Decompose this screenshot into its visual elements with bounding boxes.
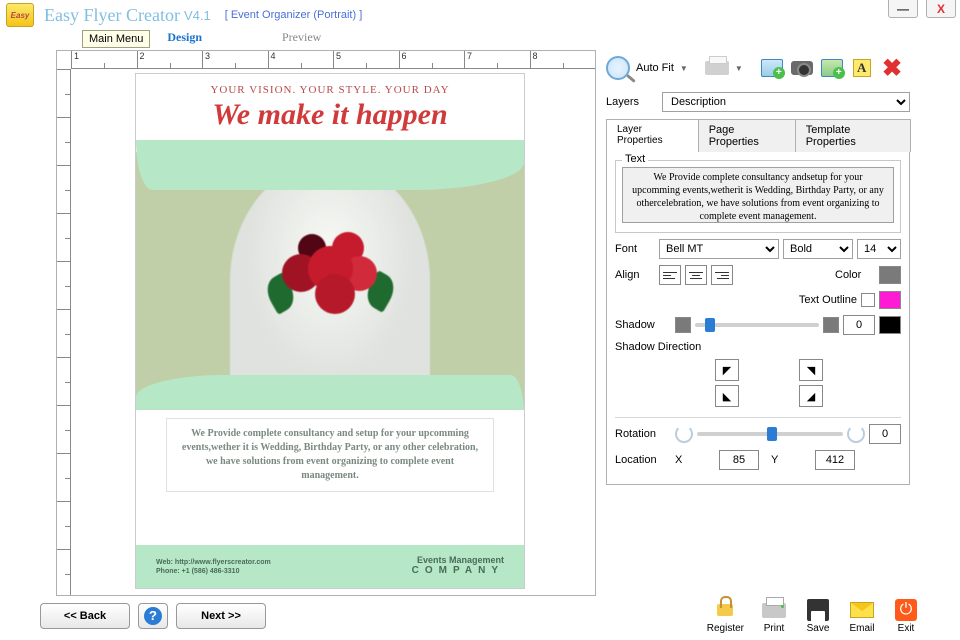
rotation-label: Rotation <box>615 428 671 440</box>
tab-page-properties[interactable]: Page Properties <box>698 119 796 152</box>
text-group-label: Text <box>622 153 648 165</box>
location-y-input[interactable] <box>815 450 855 470</box>
canvas-panel: 12345678 YOUR VISION. YOUR STYLE. YOUR D… <box>56 50 596 596</box>
print-dropdown-icon[interactable]: ▼ <box>735 64 743 73</box>
shadow-start-icon <box>675 317 691 333</box>
zoom-dropdown-icon[interactable]: ▼ <box>680 64 688 73</box>
back-button[interactable]: << Back <box>40 603 130 629</box>
save-button[interactable]: Save <box>804 598 832 634</box>
lock-icon <box>717 604 733 616</box>
app-logo-icon: Easy <box>6 3 34 27</box>
flyer-web: Web: http://www.flyerscreator.com <box>156 558 271 567</box>
document-subtitle: [ Event Organizer (Portrait) ] <box>225 9 363 21</box>
shadow-end-icon <box>823 317 839 333</box>
shadow-slider[interactable] <box>695 323 819 327</box>
flyer-company-sub: COMPANY <box>412 565 504 576</box>
title-bar: Easy Easy Flyer Creator V4.1 [ Event Org… <box>0 0 960 30</box>
app-title: Easy Flyer Creator <box>44 5 180 26</box>
shadow-direction-label: Shadow Direction <box>615 341 715 353</box>
print-button[interactable] <box>705 57 729 79</box>
flyer-image <box>136 140 524 410</box>
font-weight-select[interactable]: Bold <box>783 239 853 259</box>
shadow-label: Shadow <box>615 319 671 331</box>
ruler-horizontal: 12345678 <box>71 51 595 69</box>
flyer-footer: Web: http://www.flyerscreator.com Phone:… <box>136 545 524 588</box>
floppy-icon <box>807 599 829 621</box>
help-button[interactable]: ? <box>138 603 168 629</box>
y-label: Y <box>771 454 811 466</box>
tab-template-properties[interactable]: Template Properties <box>795 119 911 152</box>
shadow-direction-grid: ◤ ◥ ◣ ◢ <box>715 359 901 407</box>
canvas[interactable]: YOUR VISION. YOUR STYLE. YOUR DAY We mak… <box>71 69 589 589</box>
shadow-value[interactable] <box>843 315 875 335</box>
envelope-icon <box>850 602 874 618</box>
flyer-description: We Provide complete consultancy and setu… <box>166 418 494 492</box>
dir-ne-button[interactable]: ◥ <box>799 359 823 381</box>
properties-panel: Auto Fit ▼ ▼ + + A ✖ Layers Description … <box>606 50 910 586</box>
color-swatch[interactable] <box>879 266 901 284</box>
flyer-phone: Phone: +1 (586) 486-3310 <box>156 567 271 576</box>
zoom-icon[interactable] <box>606 56 630 80</box>
text-outline-checkbox[interactable] <box>861 293 875 307</box>
app-version: V4.1 <box>184 8 211 23</box>
help-icon: ? <box>144 607 162 625</box>
flyer-headline: We make it happen <box>136 98 524 132</box>
add-image-button[interactable]: + <box>760 57 784 79</box>
power-icon: ⏻ <box>895 599 917 621</box>
rotate-cw-icon[interactable] <box>847 425 865 443</box>
flyer-company: Events Management <box>412 555 504 565</box>
ruler-vertical <box>57 69 71 595</box>
location-x-input[interactable] <box>719 450 759 470</box>
layers-select[interactable]: Description <box>662 92 910 112</box>
x-label: X <box>675 454 715 466</box>
delete-button[interactable]: ✖ <box>880 57 904 79</box>
zoom-autofit[interactable]: Auto Fit <box>636 62 674 74</box>
bottom-bar: << Back ? Next >> Register Print Save Em… <box>40 594 920 638</box>
align-right-button[interactable] <box>711 265 733 285</box>
font-select[interactable]: Bell MT <box>659 239 779 259</box>
shadow-color-swatch[interactable] <box>879 316 901 334</box>
layers-label: Layers <box>606 96 654 108</box>
add-camera-button[interactable] <box>790 57 814 79</box>
flyer-tagline: YOUR VISION. YOUR STYLE. YOUR DAY <box>136 74 524 98</box>
add-picture-button[interactable]: + <box>820 57 844 79</box>
font-size-select[interactable]: 14 <box>857 239 901 259</box>
layer-properties-panel: Text We Provide complete consultancy and… <box>606 152 910 485</box>
next-button[interactable]: Next >> <box>176 603 266 629</box>
align-center-button[interactable] <box>685 265 707 285</box>
align-left-button[interactable] <box>659 265 681 285</box>
align-label: Align <box>615 269 655 281</box>
close-button[interactable]: X <box>926 0 956 18</box>
rotation-value[interactable] <box>869 424 901 444</box>
tab-preview[interactable]: Preview <box>282 30 321 45</box>
email-button[interactable]: Email <box>848 598 876 634</box>
main-menu-tooltip: Main Menu <box>82 30 150 48</box>
rotation-slider[interactable] <box>697 432 843 436</box>
exit-button[interactable]: ⏻Exit <box>892 598 920 634</box>
text-input[interactable]: We Provide complete consultancy andsetup… <box>622 167 894 223</box>
flyer-page[interactable]: YOUR VISION. YOUR STYLE. YOUR DAY We mak… <box>135 73 525 589</box>
color-label: Color <box>835 269 875 281</box>
dir-se-button[interactable]: ◢ <box>799 385 823 407</box>
minimize-button[interactable]: — <box>888 0 918 18</box>
toolbar: Auto Fit ▼ ▼ + + A ✖ <box>606 50 910 86</box>
dir-sw-button[interactable]: ◣ <box>715 385 739 407</box>
property-tabs: Layer Properties Page Properties Templat… <box>606 118 910 152</box>
print-action-button[interactable]: Print <box>760 598 788 634</box>
font-label: Font <box>615 243 655 255</box>
tab-design[interactable]: Design <box>167 30 202 45</box>
printer-icon <box>762 603 786 618</box>
rotate-ccw-icon[interactable] <box>675 425 693 443</box>
register-button[interactable]: Register <box>707 598 744 634</box>
location-label: Location <box>615 454 671 466</box>
dir-nw-button[interactable]: ◤ <box>715 359 739 381</box>
tab-layer-properties[interactable]: Layer Properties <box>606 119 699 152</box>
text-outline-label: Text Outline <box>799 294 857 306</box>
add-text-button[interactable]: A <box>850 57 874 79</box>
outline-color-swatch[interactable] <box>879 291 901 309</box>
